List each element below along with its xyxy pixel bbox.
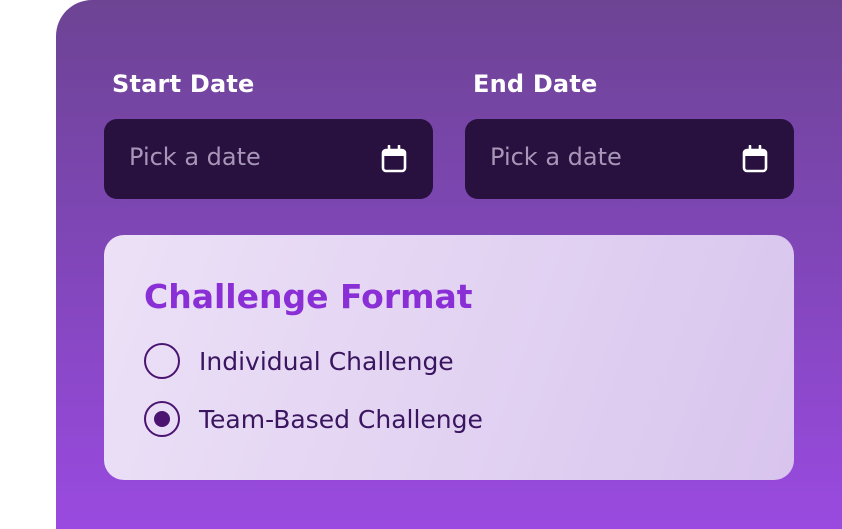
individual-challenge-label[interactable]: Individual Challenge <box>199 347 454 376</box>
individual-challenge-option[interactable]: Individual Challenge <box>144 341 454 381</box>
end-date-placeholder: Pick a date <box>490 143 622 171</box>
team-based-challenge-radio[interactable] <box>144 401 180 437</box>
start-date-label: Start Date <box>112 70 255 98</box>
start-date-placeholder: Pick a date <box>129 143 261 171</box>
challenge-format-title: Challenge Format <box>144 277 473 316</box>
end-date-label: End Date <box>473 70 598 98</box>
individual-challenge-radio[interactable] <box>144 343 180 379</box>
end-date-picker[interactable]: Pick a date <box>465 119 794 199</box>
challenge-form-panel: Start Date Pick a date End Date Pick a d… <box>56 0 842 529</box>
calendar-icon[interactable] <box>742 145 768 173</box>
challenge-format-card: Challenge Format Individual Challenge Te… <box>104 235 794 480</box>
team-based-challenge-option[interactable]: Team-Based Challenge <box>144 399 483 439</box>
team-based-challenge-label[interactable]: Team-Based Challenge <box>199 405 483 434</box>
start-date-picker[interactable]: Pick a date <box>104 119 433 199</box>
calendar-icon[interactable] <box>381 145 407 173</box>
